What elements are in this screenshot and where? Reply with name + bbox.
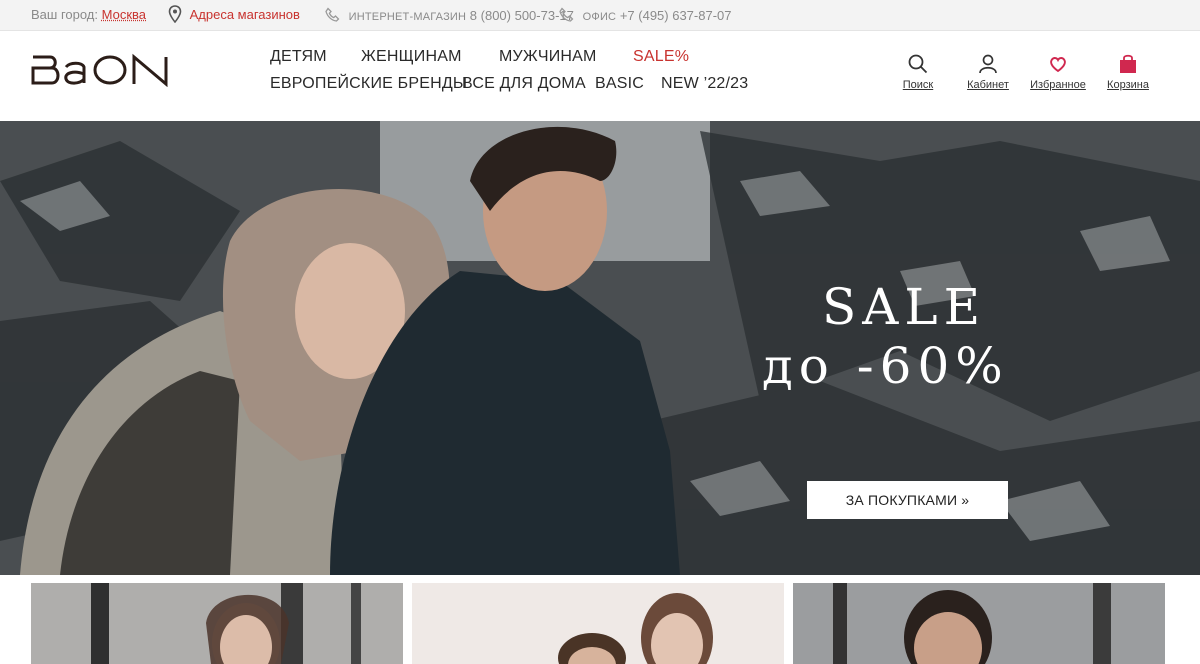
favorites-label: Избранное — [1030, 79, 1086, 91]
site-header: ДЕТЯМ ЖЕНЩИНАМ МУЖЧИНАМ SALE% ЕВРОПЕЙСКИ… — [0, 31, 1200, 121]
city-link[interactable]: Москва — [102, 7, 146, 22]
online-shop-label: ИНТЕРНЕТ-МАГАЗИН — [348, 10, 467, 23]
hero-sale-subtitle: до -60% — [762, 337, 1009, 395]
nav-basic[interactable]: BASIC — [595, 75, 644, 93]
card-photo — [31, 583, 403, 664]
hero-banner[interactable]: SALE до -60% ЗА ПОКУПКАМИ » — [0, 121, 1200, 575]
account-button[interactable]: Кабинет — [965, 53, 1011, 91]
category-card-men[interactable] — [793, 583, 1165, 664]
cart-label: Корзина — [1107, 79, 1149, 91]
city-label: Ваш город: — [31, 7, 98, 22]
office-phone: ОФИС +7 (495) 637-87-07 — [559, 7, 732, 26]
search-label: Поиск — [902, 79, 934, 91]
cart-button[interactable]: Корзина — [1105, 53, 1151, 91]
card-photo — [793, 583, 1165, 664]
nav-home[interactable]: ВСЕ ДЛЯ ДОМА — [462, 75, 586, 93]
heart-icon — [1050, 57, 1066, 73]
city-selector: Ваш город: Москва — [31, 7, 146, 22]
hero-photo — [0, 121, 1200, 575]
office-label: ОФИС — [582, 10, 617, 23]
logo-mark — [31, 53, 168, 88]
location-pin-icon — [168, 5, 182, 26]
shopping-bag-icon — [1120, 54, 1136, 73]
stores-link-group[interactable]: Адреса магазинов — [168, 5, 300, 26]
store-addresses-link[interactable]: Адреса магазинов — [190, 7, 300, 22]
category-card-family[interactable] — [412, 583, 784, 664]
favorites-button[interactable]: Избранное — [1028, 53, 1088, 91]
phone-icon — [559, 7, 575, 26]
baon-logo[interactable] — [30, 53, 170, 92]
nav-kids[interactable]: ДЕТЯМ — [270, 48, 327, 66]
card-photo — [412, 583, 784, 664]
nav-sale[interactable]: SALE% — [633, 48, 689, 66]
top-info-bar: Ваш город: Москва Адреса магазинов ИНТЕР… — [0, 0, 1200, 31]
category-card-women[interactable] — [31, 583, 403, 664]
account-label: Кабинет — [967, 79, 1009, 91]
shop-now-button[interactable]: ЗА ПОКУПКАМИ » — [807, 481, 1008, 519]
nav-women[interactable]: ЖЕНЩИНАМ — [361, 48, 462, 66]
search-button[interactable]: Поиск — [898, 53, 938, 91]
search-icon — [908, 54, 928, 74]
nav-european-brands[interactable]: ЕВРОПЕЙСКИЕ БРЕНДЫ — [270, 75, 467, 93]
hero-sale-title: SALE — [822, 278, 987, 336]
nav-new[interactable]: NEW ’22/23 — [661, 75, 748, 93]
phone-icon — [325, 7, 341, 26]
nav-men[interactable]: МУЖЧИНАМ — [499, 48, 597, 66]
user-icon — [979, 54, 997, 74]
office-phone-number[interactable]: +7 (495) 637-87-07 — [620, 8, 732, 23]
online-shop-phone: ИНТЕРНЕТ-МАГАЗИН 8 (800) 500-73-17 — [325, 7, 574, 26]
